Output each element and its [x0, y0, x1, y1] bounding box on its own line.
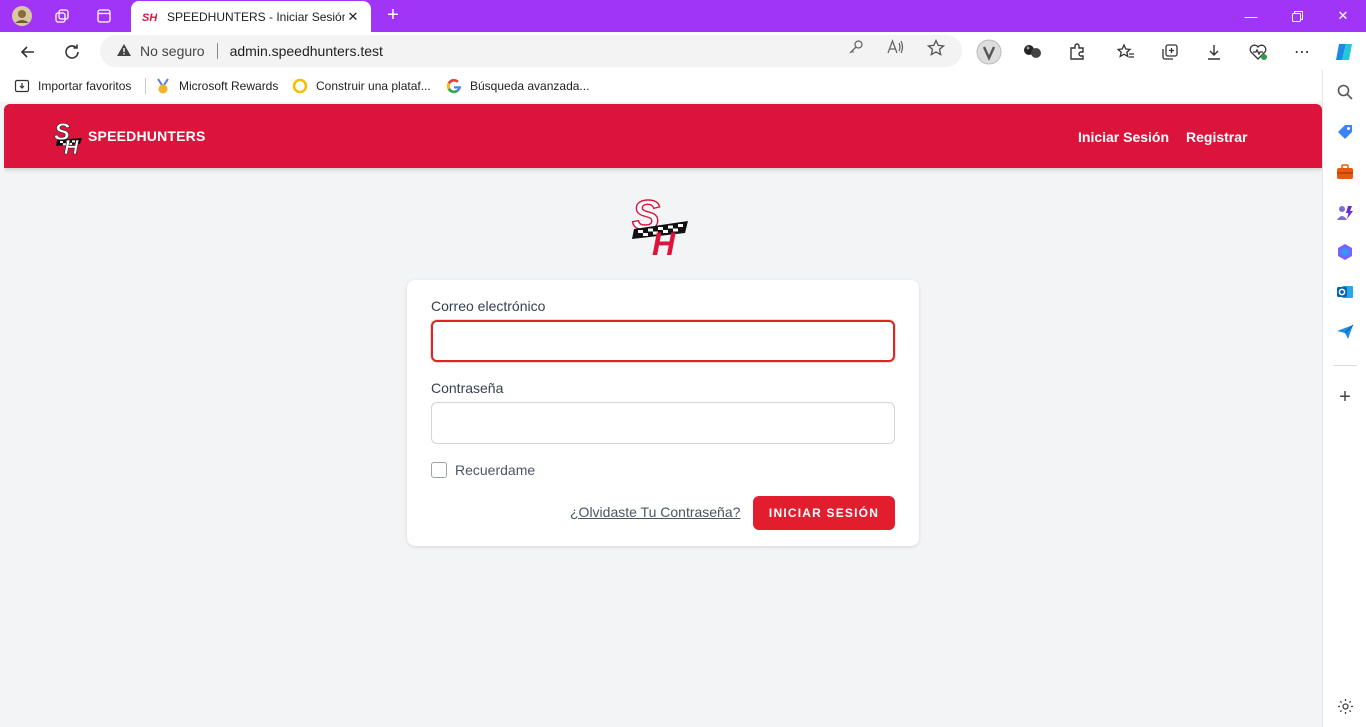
- send-icon[interactable]: [1333, 320, 1357, 344]
- folder-import-icon: [14, 78, 30, 94]
- nav-register-link[interactable]: Registrar: [1186, 129, 1247, 145]
- remember-checkbox[interactable]: [431, 462, 447, 478]
- minimize-icon[interactable]: —: [1228, 0, 1274, 32]
- extension-balls-icon[interactable]: [1019, 38, 1047, 66]
- read-aloud-icon[interactable]: [886, 39, 906, 59]
- bookmark-construir[interactable]: Construir una plataf...: [292, 78, 431, 94]
- address-bar[interactable]: No seguro admin.speedhunters.test: [100, 35, 962, 67]
- password-label: Contraseña: [431, 380, 504, 396]
- nav-login-link[interactable]: Iniciar Sesión: [1078, 129, 1169, 145]
- copilot-icon[interactable]: [1330, 38, 1358, 66]
- bookmark-label: Construir una plataf...: [316, 79, 431, 93]
- bookmark-label: Microsoft Rewards: [179, 79, 279, 93]
- tools-briefcase-icon[interactable]: [1333, 160, 1357, 184]
- games-icon[interactable]: [1333, 200, 1357, 224]
- favorites-bar: Importar favoritos Microsoft Rewards Con…: [0, 70, 1366, 102]
- back-icon[interactable]: [14, 38, 42, 66]
- outlook-icon[interactable]: [1333, 280, 1357, 304]
- address-separator: [216, 43, 218, 59]
- svg-text:SH: SH: [142, 12, 157, 24]
- forgot-password-link[interactable]: ¿Olvidaste Tu Contraseña?: [570, 504, 740, 520]
- bookmark-separator: [145, 78, 146, 94]
- login-submit-button[interactable]: INICIAR SESIÓN: [753, 496, 895, 530]
- login-card: Correo electrónico Contraseña Recuerdame…: [407, 280, 919, 546]
- bookmark-label: Búsqueda avanzada...: [470, 79, 590, 93]
- email-field[interactable]: [431, 320, 895, 362]
- tab-actions-icon[interactable]: [92, 4, 116, 28]
- key-icon[interactable]: [846, 39, 866, 59]
- security-label[interactable]: No seguro: [140, 43, 205, 59]
- favorites-icon[interactable]: [1112, 38, 1140, 66]
- favorite-star-icon[interactable]: [926, 38, 946, 59]
- site-navbar: S H SPEEDHUNTERS Iniciar Sesión Registra…: [4, 104, 1322, 168]
- search-icon[interactable]: [1333, 80, 1357, 104]
- browser-sidebar: +: [1322, 70, 1366, 727]
- ring-icon: [292, 78, 308, 94]
- browser-toolbar: No seguro admin.speedhunters.test ⋯: [0, 32, 1366, 70]
- workspaces-icon[interactable]: [50, 4, 74, 28]
- bookmark-busqueda[interactable]: Búsqueda avanzada...: [446, 78, 589, 94]
- bookmark-label: Importar favoritos: [38, 79, 132, 93]
- add-icon[interactable]: +: [1333, 385, 1357, 409]
- new-tab-icon[interactable]: +: [381, 4, 405, 28]
- bookmark-rewards[interactable]: Microsoft Rewards: [155, 78, 278, 94]
- collections-icon[interactable]: [1156, 38, 1184, 66]
- restore-icon[interactable]: [1274, 0, 1320, 32]
- refresh-icon[interactable]: [58, 38, 86, 66]
- active-tab[interactable]: SH SPEEDHUNTERS - Iniciar Sesión ✕: [131, 1, 371, 32]
- google-icon: [446, 78, 462, 94]
- v-extension-icon[interactable]: [975, 38, 1003, 66]
- browser-essentials-icon[interactable]: [1244, 38, 1272, 66]
- password-field[interactable]: [431, 402, 895, 444]
- svg-text:H: H: [64, 137, 79, 156]
- browser-title-bar: SH SPEEDHUNTERS - Iniciar Sesión ✕ + — ✕: [0, 0, 1366, 32]
- bookmark-import[interactable]: Importar favoritos: [14, 78, 131, 94]
- tab-title: SPEEDHUNTERS - Iniciar Sesión: [167, 9, 345, 24]
- email-label: Correo electrónico: [431, 298, 546, 314]
- web-page: S H SPEEDHUNTERS Iniciar Sesión Registra…: [4, 104, 1322, 724]
- shopping-tag-icon[interactable]: [1333, 120, 1357, 144]
- more-menu-icon[interactable]: ⋯: [1288, 38, 1316, 66]
- sidebar-separator: [1333, 365, 1357, 366]
- microsoft-365-icon[interactable]: [1333, 240, 1357, 264]
- downloads-icon[interactable]: [1200, 38, 1228, 66]
- not-secure-warning-icon[interactable]: [116, 43, 132, 60]
- brand-link[interactable]: S H SPEEDHUNTERS: [54, 118, 206, 160]
- close-window-icon[interactable]: ✕: [1320, 0, 1366, 32]
- speedhunters-favicon-icon: SH: [141, 9, 158, 25]
- rewards-medal-icon: [155, 78, 171, 94]
- url-text[interactable]: admin.speedhunters.test: [230, 43, 383, 59]
- profile-avatar-icon[interactable]: [10, 4, 34, 28]
- close-tab-icon[interactable]: ✕: [345, 9, 361, 25]
- speedhunters-main-logo-icon: S H: [630, 190, 692, 262]
- speedhunters-logo-icon: S H: [54, 118, 86, 159]
- remember-label[interactable]: Recuerdame: [455, 462, 535, 478]
- brand-name: SPEEDHUNTERS: [88, 128, 206, 144]
- extensions-puzzle-icon[interactable]: [1063, 38, 1091, 66]
- settings-gear-icon[interactable]: [1333, 694, 1357, 718]
- svg-text:H: H: [652, 226, 676, 257]
